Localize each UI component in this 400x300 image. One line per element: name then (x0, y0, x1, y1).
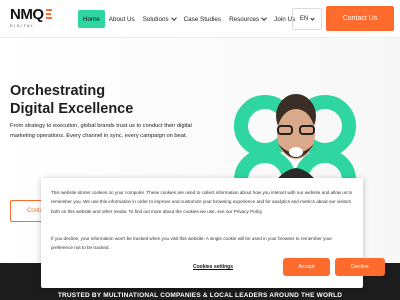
nav-item-solutions[interactable]: Solutions (139, 10, 180, 28)
nav-label: Solutions (142, 15, 169, 23)
logo-bars-icon (46, 9, 52, 21)
language-selector[interactable]: EN (292, 8, 322, 30)
main-nav: Home About Us Solutions Case Studies Res… (78, 10, 299, 28)
chevron-down-icon (310, 15, 315, 21)
trusted-banner-text: TRUSTED BY MULTINATIONAL COMPANIES & LOC… (57, 292, 343, 299)
nav-label: Case Studies (183, 15, 222, 23)
hero-title: Orchestrating Digital Excellence (10, 83, 134, 117)
cookie-settings-link[interactable]: Cookies settings (193, 264, 233, 270)
cookie-accept-button[interactable]: Accept (283, 258, 330, 276)
cookie-description: This website stores cookies on your comp… (51, 190, 353, 214)
cookie-decline-description: If you decline, your information won't b… (51, 236, 332, 251)
nav-item-case-studies[interactable]: Case Studies (180, 10, 225, 28)
cookie-decline-button[interactable]: Decline (335, 258, 385, 276)
site-header: NMQ DIGITAL Home About Us Solutions Case… (0, 0, 400, 38)
nav-item-home[interactable]: Home (78, 10, 105, 28)
nav-item-about-us[interactable]: About Us (105, 10, 139, 28)
nav-label: About Us (108, 15, 135, 23)
language-label: EN (299, 16, 309, 22)
hero-description: From strategy to execution, global brand… (10, 123, 192, 139)
contact-us-button[interactable]: Contact Us (326, 6, 394, 31)
nav-label: Home (83, 15, 100, 23)
logo-wordmark: NMQ (10, 6, 44, 23)
cookie-consent-dialog: This website stores cookies on your comp… (41, 178, 385, 288)
logo[interactable]: NMQ DIGITAL (10, 6, 52, 31)
chevron-down-icon (261, 15, 268, 21)
nav-label: Resources (229, 15, 260, 23)
chevron-down-icon (170, 15, 177, 21)
nav-item-resources[interactable]: Resources (225, 10, 270, 28)
logo-tagline: DIGITAL (10, 24, 35, 28)
